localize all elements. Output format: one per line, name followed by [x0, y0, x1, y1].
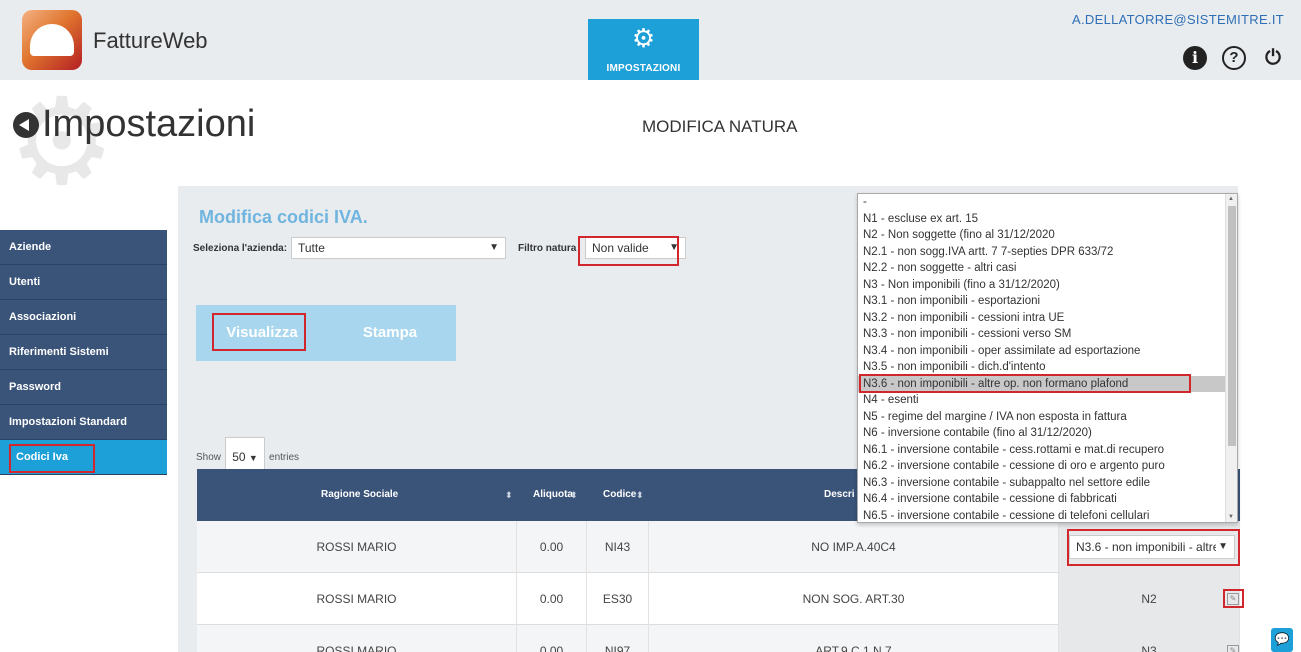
user-email[interactable]: A.DELLATORRE@SISTEMITRE.IT	[1072, 12, 1284, 27]
sidebar-item-associazioni[interactable]: Associazioni	[0, 300, 167, 335]
tab-impostazioni[interactable]: ⚙ IMPOSTAZIONI	[588, 19, 699, 80]
stampa-button-label: Stampa	[362, 324, 418, 341]
cell-natura: N3	[1059, 625, 1240, 652]
sidebar-item-utenti[interactable]: Utenti	[0, 265, 167, 300]
company-select[interactable]: Tutte ▼	[291, 237, 506, 259]
natura-options: - N1 - escluse ex art. 15 N2 - Non soggett…	[858, 194, 1237, 523]
natura-option[interactable]: N6 - inversione contabile (fino al 31/12…	[858, 425, 1237, 442]
scroll-up-icon[interactable]: ▲	[1228, 196, 1234, 202]
cell-ragione-sociale: ROSSI MARIO	[197, 625, 517, 652]
option-highlight-box	[859, 374, 1191, 393]
sidebar-item-aziende[interactable]: Aziende	[0, 230, 167, 265]
sidebar-item-password[interactable]: Password	[0, 370, 167, 405]
tab-impostazioni-label: IMPOSTAZIONI	[606, 63, 681, 74]
app-name: FattureWeb	[93, 28, 208, 53]
cell-descrizione: NON SOG. ART.30	[649, 573, 1059, 625]
natura-option[interactable]: N3 - Non imponibili (fino a 31/12/2020)	[858, 277, 1237, 294]
natura-option[interactable]: N6.2 - inversione contabile - cessione d…	[858, 458, 1237, 475]
help-icon[interactable]: ?	[1222, 46, 1246, 70]
top-header: FattureWeb ⚙ IMPOSTAZIONI A.DELLATORRE@S…	[0, 0, 1301, 80]
natura-option[interactable]: N6.1 - inversione contabile - cess.rotta…	[858, 442, 1237, 459]
chevron-down-icon: ▼	[489, 242, 499, 253]
company-select-value: Tutte	[298, 241, 325, 255]
visualizza-highlight-box	[212, 313, 306, 351]
th-aliquota[interactable]: Aliquota	[533, 469, 573, 521]
natura-option[interactable]: N3.1 - non imponibili - esportazioni	[858, 293, 1237, 310]
show-label: Show	[196, 451, 222, 463]
app-root: FattureWeb ⚙ IMPOSTAZIONI A.DELLATORRE@S…	[0, 0, 1301, 652]
company-label: Seleziona l'azienda:	[193, 243, 288, 254]
natura-dropdown-list[interactable]: - N1 - escluse ex art. 15 N2 - Non soggett…	[857, 193, 1238, 523]
natura-select-highlight-box	[1067, 529, 1240, 566]
th-descrizione[interactable]: Descri	[824, 469, 855, 521]
cell-aliquota: 0.00	[517, 521, 587, 573]
stampa-button[interactable]: Stampa	[324, 305, 456, 361]
filter-highlight-box	[578, 236, 679, 266]
panel-title: Modifica codici IVA.	[199, 207, 368, 227]
natura-option[interactable]: N2 - Non soggette (fino al 31/12/2020	[858, 227, 1237, 244]
app-logo-icon[interactable]	[22, 10, 82, 70]
natura-option[interactable]: N4 - esenti	[858, 392, 1237, 409]
cell-codice: ES30	[587, 573, 649, 625]
natura-option[interactable]: N2.1 - non sogg.IVA artt. 7 7-septies DP…	[858, 244, 1237, 261]
natura-option[interactable]: N5 - regime del margine / IVA non espost…	[858, 409, 1237, 426]
natura-option[interactable]: -	[858, 194, 1237, 211]
sort-icon[interactable]: ⬍	[636, 490, 644, 501]
cell-codice: NI97	[587, 625, 649, 652]
table-row: ROSSI MARIO 0.00 ES30 NON SOG. ART.30 N2…	[197, 573, 1240, 625]
section-title: MODIFICA NATURA	[642, 117, 798, 136]
power-icon[interactable]: ⏻	[1261, 46, 1285, 70]
entries-value: 50	[232, 450, 246, 464]
table-row: ROSSI MARIO 0.00 NI97 ART.9 C.1 N.7 N3 ✎	[197, 625, 1240, 652]
natura-option[interactable]: N3.4 - non imponibili - oper assimilate …	[858, 343, 1237, 360]
dropdown-scrollbar[interactable]: ▲ ▼	[1225, 194, 1237, 522]
sidebar: Aziende Utenti Associazioni Riferimenti …	[0, 230, 167, 475]
th-ragione-sociale[interactable]: Ragione Sociale	[321, 469, 398, 521]
header-actions: i ? ⏻	[1183, 46, 1285, 70]
entries-label: entries	[269, 451, 300, 463]
sidebar-item-impostazioni-standard[interactable]: Impostazioni Standard	[0, 405, 167, 440]
filter-natura-label: Filtro natura	[518, 243, 577, 254]
cell-natura: N2	[1059, 573, 1240, 625]
cell-codice: NI43	[587, 521, 649, 573]
cell-aliquota: 0.00	[517, 573, 587, 625]
sort-icon[interactable]: ⬍	[570, 490, 578, 501]
sidebar-item-riferimenti-sistemi[interactable]: Riferimenti Sistemi	[0, 335, 167, 370]
scroll-down-icon[interactable]: ▼	[1228, 514, 1234, 520]
back-arrow-icon[interactable]	[13, 112, 39, 138]
info-icon[interactable]: i	[1183, 46, 1207, 70]
edit-icon[interactable]: ✎	[1227, 645, 1239, 652]
natura-option[interactable]: N2.2 - non soggette - altri casi	[858, 260, 1237, 277]
natura-option[interactable]: N1 - escluse ex art. 15	[858, 211, 1237, 228]
page-title: Impostazioni	[42, 103, 256, 145]
cell-descrizione: ART.9 C.1 N.7	[649, 625, 1059, 652]
natura-option[interactable]: N6.3 - inversione contabile - subappalto…	[858, 475, 1237, 492]
natura-option[interactable]: N6.4 - inversione contabile - cessione d…	[858, 491, 1237, 508]
cell-ragione-sociale: ROSSI MARIO	[197, 521, 517, 573]
natura-option[interactable]: N6.5 - inversione contabile - cessione d…	[858, 508, 1237, 523]
cell-descrizione: NO IMP.A.40C4	[649, 521, 1059, 573]
cell-ragione-sociale: ROSSI MARIO	[197, 573, 517, 625]
sidebar-highlight-box	[9, 444, 95, 473]
sort-icon[interactable]: ⬍	[505, 490, 513, 501]
cell-aliquota: 0.00	[517, 625, 587, 652]
th-codice[interactable]: Codice	[603, 469, 636, 521]
scroll-thumb[interactable]	[1228, 206, 1236, 446]
chevron-down-icon: ▼	[248, 453, 258, 463]
edit-highlight-box	[1223, 589, 1244, 608]
gear-icon: ⚙	[631, 23, 656, 53]
natura-option[interactable]: N3.2 - non imponibili - cessioni intra U…	[858, 310, 1237, 327]
chat-icon[interactable]: 💬	[1271, 628, 1293, 652]
natura-option[interactable]: N3.3 - non imponibili - cessioni verso S…	[858, 326, 1237, 343]
